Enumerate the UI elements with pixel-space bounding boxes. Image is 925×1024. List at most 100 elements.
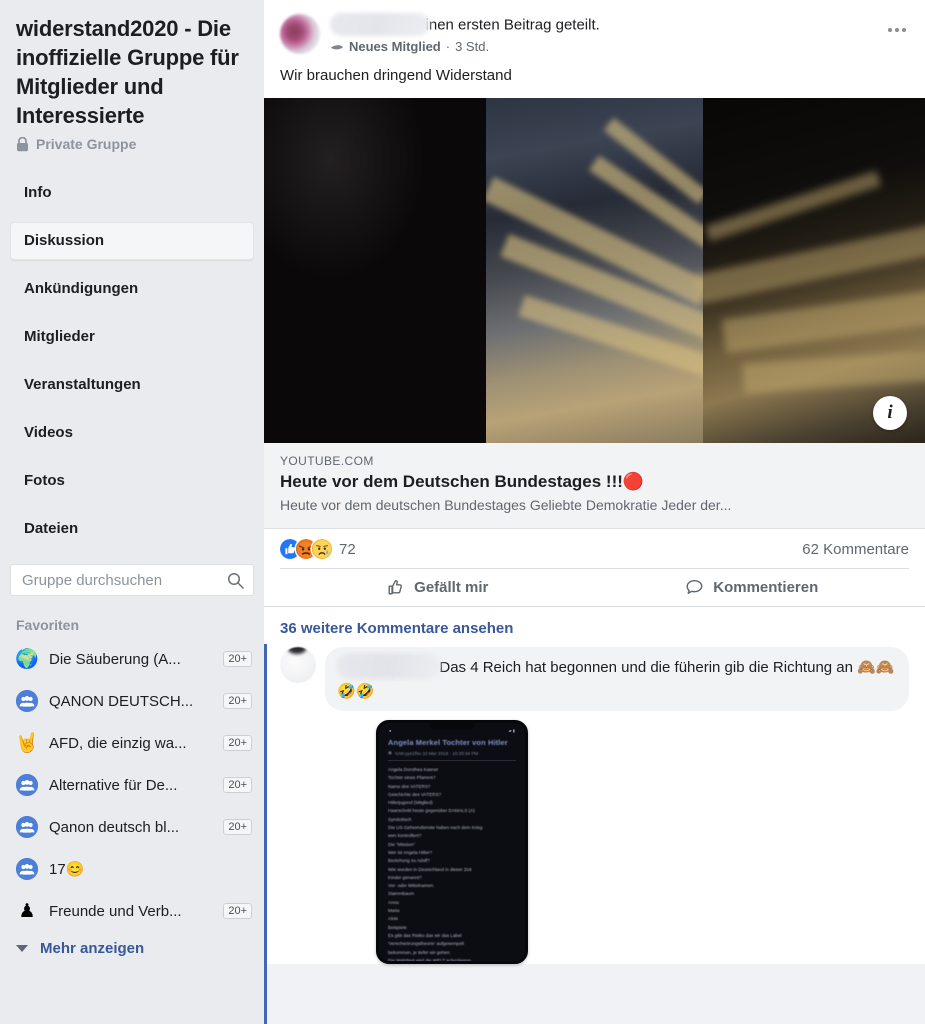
link-title[interactable]: Heute vor dem Deutschen Bundestages !!!🔴: [280, 471, 909, 492]
group-title: widerstand2020 - Die inoffizielle Gruppe…: [16, 16, 239, 128]
attachment-line: Die Wahrheit wird die WELT schockieren.: [388, 957, 473, 963]
comments-section: 36 weitere Kommentare ansehen wigs ✋ Das…: [264, 606, 925, 1024]
favorite-item-5[interactable]: 17😊: [0, 848, 264, 890]
favorite-item-1[interactable]: QANON DEUTSCH... 20+: [0, 680, 264, 722]
sidebar-item-label: Info: [24, 184, 52, 201]
sidebar-item-label: Veranstaltungen: [24, 376, 141, 393]
favorite-badge: 20+: [223, 693, 252, 709]
attachment-line: Wie wurden in Deutschland in dieser Zeit: [388, 866, 472, 872]
sidebar-item-diskussion[interactable]: Diskussion: [10, 222, 254, 260]
group-icon: [16, 816, 38, 838]
post-header-text: ing hat seinen ersten Beitrag geteilt. N…: [330, 12, 909, 54]
reaction-icons-group[interactable]: 72: [280, 539, 356, 559]
link-domain: YOUTUBE.COM: [280, 454, 374, 468]
search-icon[interactable]: [227, 572, 244, 589]
attachment-meta: ◉ IUW.yye1fhu 10 Mar 2018 · 10:33:34 PM: [381, 747, 523, 756]
like-button[interactable]: Gefällt mir: [280, 569, 595, 606]
sidebar-item-label: Mitglieder: [24, 328, 95, 345]
attachment-line: Beispiele: [388, 924, 407, 930]
page-scrollbar[interactable]: [916, 0, 925, 1024]
post-menu-button[interactable]: [881, 14, 913, 46]
post-card: ing hat seinen ersten Beitrag geteilt. N…: [264, 0, 925, 1024]
favorite-item-3[interactable]: Alternative für De... 20+: [0, 764, 264, 806]
group-search-box[interactable]: [10, 564, 254, 596]
attachment-line: Haarschnitt heute gegenüber DAMALS (A): [388, 808, 475, 814]
post-meta: Neues Mitglied · 3 Std.: [330, 39, 909, 54]
post-timestamp[interactable]: 3 Std.: [455, 39, 489, 54]
attachment-line: Die US-Geheimdienste haben nach dem Krie…: [388, 825, 483, 831]
favorite-badge: 20+: [223, 777, 252, 793]
sidebar-item-info[interactable]: Info: [10, 174, 254, 212]
post-headline: ing hat seinen ersten Beitrag geteilt.: [330, 13, 909, 37]
favorite-label: Die Säuberung (A...: [49, 650, 181, 668]
new-member-badge-icon: [331, 44, 343, 49]
comment-body: wigs ✋ Das 4 Reich hat begonnen und die …: [325, 647, 909, 964]
favorite-item-4[interactable]: Qanon deutsch bl... 20+: [0, 806, 264, 848]
comment-button[interactable]: Kommentieren: [595, 569, 910, 606]
attachment-line: Hitlerjugend (Mitglied): [388, 800, 433, 806]
link-description: Heute vor dem deutschen Bundestages Geli…: [280, 497, 732, 513]
favorite-label: QANON DEUTSCH...: [49, 692, 194, 710]
favorite-item-0[interactable]: 🌍 Die Säuberung (A... 20+: [0, 638, 264, 680]
chevron-down-icon: [16, 945, 28, 952]
author-avatar[interactable]: [280, 14, 320, 54]
attachment-line: Geschichte des VATERS?: [388, 791, 442, 797]
post-video-thumbnail[interactable]: i: [264, 98, 925, 443]
attachment-meta-text: IUW.yye1fhu 10 Mar 2018 · 10:33:34 PM: [395, 750, 479, 756]
favorite-item-2[interactable]: 🤘 AFD, die einzig wa... 20+: [0, 722, 264, 764]
group-sidebar: widerstand2020 - Die inoffizielle Gruppe…: [0, 0, 264, 1024]
group-privacy: Private Gruppe: [0, 130, 264, 152]
comment-thread-line: [264, 644, 267, 1024]
attachment-line: Angela Dorothea Kasner: [388, 767, 439, 772]
video-info-button[interactable]: i: [873, 396, 907, 430]
group-search-wrap: [0, 558, 264, 596]
feed-column: ing hat seinen ersten Beitrag geteilt. N…: [264, 0, 925, 1024]
sidebar-item-veranstaltungen[interactable]: Veranstaltungen: [10, 366, 254, 404]
attachment-line: Wer ist Angela Hitler?: [388, 849, 433, 855]
attachment-line: Beziehung zu Adolf?: [388, 858, 430, 864]
attachment-line: Symbolisch: [388, 816, 412, 822]
favorite-item-6[interactable]: ♟ Freunde und Verb... 20+: [0, 890, 264, 932]
attachment-line: Alois: [388, 916, 398, 922]
phone-screen: ● ▰ ▮ Angela Merkel Tochter von Hitler ◉ …: [381, 725, 523, 963]
horns-emoji-icon: 🤘: [15, 732, 39, 754]
globe-emoji-icon: 🌍: [15, 648, 39, 670]
attachment-line: 'Verschwörungstheorie' aufgesempelt: [388, 941, 465, 947]
attachment-line: Tochter eines Pfarrers?: [388, 775, 436, 781]
favorite-label: Freunde und Verb...: [49, 902, 182, 920]
comment-attachment-screenshot[interactable]: ● ▰ ▮ Angela Merkel Tochter von Hitler ◉ …: [376, 720, 528, 964]
meta-separator: ·: [445, 39, 451, 54]
sidebar-item-videos[interactable]: Videos: [10, 414, 254, 452]
video-frame-left: [264, 98, 486, 443]
group-privacy-label: Private Gruppe: [36, 136, 137, 152]
comment-count[interactable]: 62 Kommentare: [802, 541, 909, 558]
phone-notch: [429, 723, 475, 730]
favorite-badge: 20+: [223, 735, 252, 751]
show-more-button[interactable]: Mehr anzeigen: [0, 932, 264, 965]
comment-bubble-icon: [686, 579, 703, 594]
sidebar-item-mitglieder[interactable]: Mitglieder: [10, 318, 254, 356]
sad-reaction-icon: [312, 539, 332, 559]
sidebar-item-dateien[interactable]: Dateien: [10, 510, 254, 548]
search-input[interactable]: [22, 571, 227, 589]
link-preview[interactable]: YOUTUBE.COM Heute vor dem Deutschen Bund…: [264, 443, 925, 529]
favorite-label: AFD, die einzig wa...: [49, 734, 187, 752]
reaction-summary-bar: 72 62 Kommentare: [264, 529, 925, 568]
see-more-comments-link[interactable]: 36 weitere Kommentare ansehen: [280, 616, 513, 647]
like-button-label: Gefällt mir: [414, 579, 489, 596]
favorite-badge: [244, 868, 252, 870]
group-icon: [16, 690, 38, 712]
commenter-avatar[interactable]: [280, 647, 316, 683]
attachment-line: Stammbaum: [388, 891, 415, 897]
post-action-bar: Gefällt mir Kommentieren: [280, 568, 909, 606]
video-frame-center: [486, 98, 703, 443]
sidebar-item-fotos[interactable]: Fotos: [10, 462, 254, 500]
anon-icon: ◉: [388, 750, 393, 755]
sidebar-item-label: Diskussion: [24, 232, 105, 249]
video-frame-right: [692, 98, 925, 443]
comment-bubble: wigs ✋ Das 4 Reich hat begonnen und die …: [325, 647, 909, 711]
author-name-redacted: [330, 13, 430, 36]
attachment-line: Es gibt das Risiko das wir das Label: [388, 932, 462, 938]
sidebar-item-ankuendigungen[interactable]: Ankündigungen: [10, 270, 254, 308]
post-text: Wir brauchen dringend Widerstand: [280, 67, 512, 84]
